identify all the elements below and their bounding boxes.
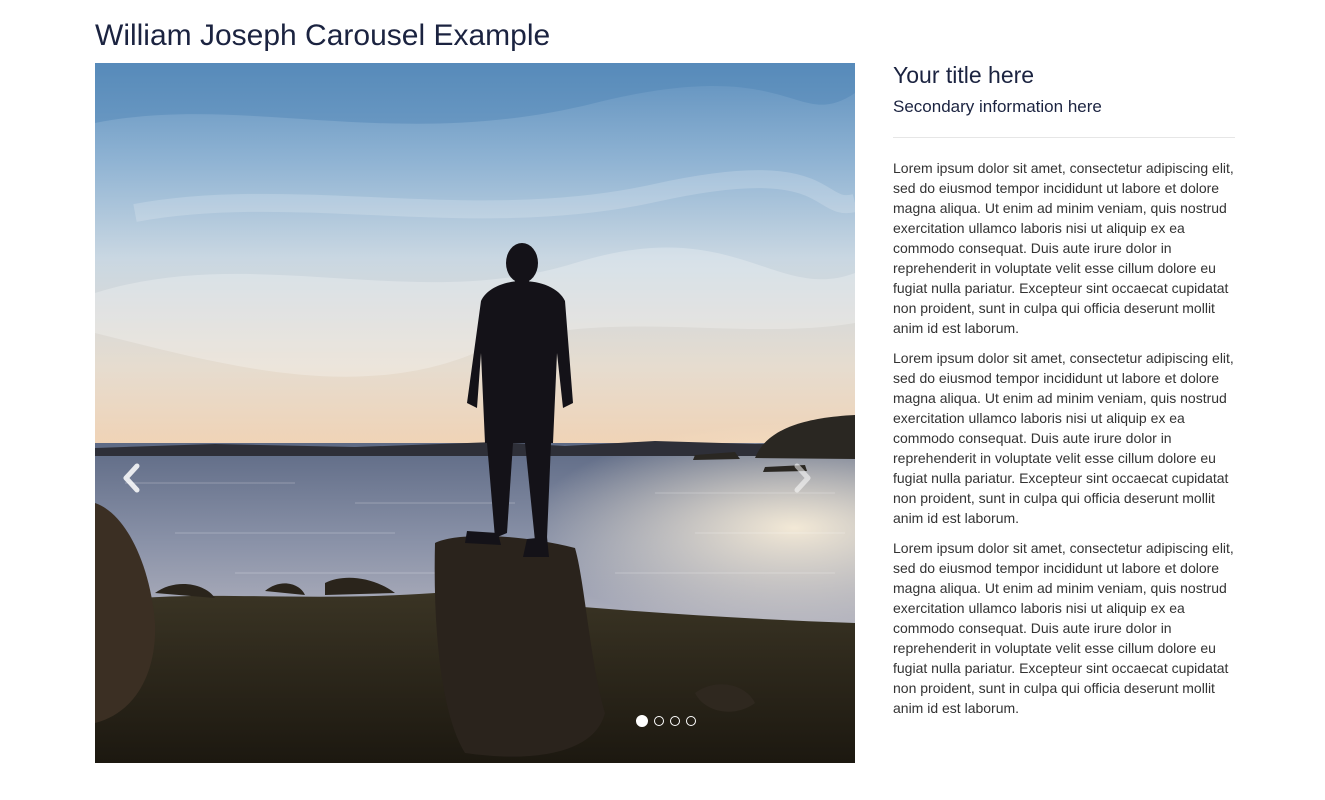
carousel-indicator-2[interactable] xyxy=(654,716,664,726)
page-title: William Joseph Carousel Example xyxy=(95,19,551,52)
info-panel: Your title here Secondary information he… xyxy=(893,60,1235,728)
panel-subtitle: Secondary information here xyxy=(893,97,1102,116)
chevron-left-icon xyxy=(123,463,140,493)
carousel-prev-button[interactable] xyxy=(117,458,147,498)
person-on-rock-sunset-image xyxy=(95,63,855,763)
carousel-indicator-1[interactable] xyxy=(636,715,648,727)
panel-divider xyxy=(893,137,1235,138)
panel-paragraph: Lorem ipsum dolor sit amet, consectetur … xyxy=(893,160,1234,336)
carousel-slide xyxy=(95,63,855,763)
chevron-right-icon xyxy=(794,463,811,493)
panel-title: Your title here xyxy=(893,62,1035,88)
panel-paragraph: Lorem ipsum dolor sit amet, consectetur … xyxy=(893,350,1234,526)
carousel-indicator-3[interactable] xyxy=(670,716,680,726)
carousel-indicators xyxy=(635,715,697,727)
carousel-next-button[interactable] xyxy=(787,458,817,498)
image-carousel[interactable] xyxy=(95,63,855,763)
carousel-indicator-4[interactable] xyxy=(686,716,696,726)
panel-paragraph: Lorem ipsum dolor sit amet, consectetur … xyxy=(893,540,1234,716)
